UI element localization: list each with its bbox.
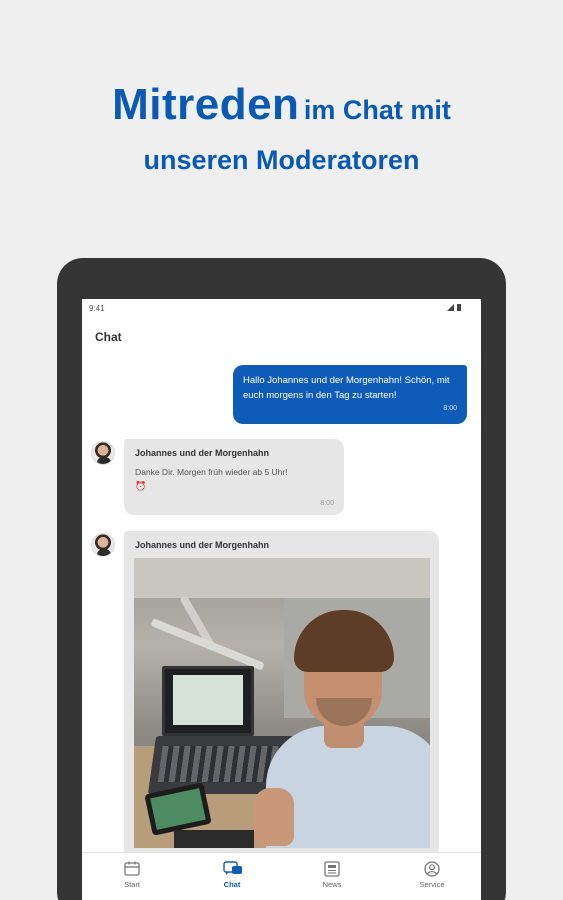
user-icon: [423, 861, 441, 877]
app-screen: 9:41 Chat Hallo Johannes und der Morgenh…: [82, 299, 481, 900]
message-time: 8:00: [320, 500, 334, 507]
calendar-icon: [123, 861, 141, 877]
headline-emphasis: Mitreden: [112, 80, 300, 129]
message-text-content: Danke Dir. Morgen früh wieder ab 5 Uhr!: [135, 467, 288, 477]
studio-photo[interactable]: [134, 558, 430, 848]
news-icon: [323, 861, 341, 877]
headline-rest: im Chat mit: [303, 95, 451, 125]
status-bar: 9:41: [82, 299, 481, 317]
tab-label: Chat: [223, 880, 241, 889]
tab-label: Service: [419, 880, 445, 889]
message-time: 8:00: [443, 405, 457, 412]
status-time: 9:41: [89, 304, 105, 313]
tab-label: News: [322, 880, 342, 889]
message-text: Danke Dir. Morgen früh wieder ab 5 Uhr! …: [135, 465, 288, 493]
tab-start[interactable]: Start: [82, 853, 182, 900]
headline: Mitreden im Chat mit unseren Moderatoren: [0, 80, 563, 178]
avatar[interactable]: [91, 441, 115, 465]
alarm-clock-icon: ⏰: [135, 481, 147, 491]
signal-battery-icon: [447, 303, 463, 313]
tab-chat[interactable]: Chat: [182, 853, 282, 900]
tab-label: Start: [124, 880, 140, 889]
message-outgoing[interactable]: Hallo Johannes und der Morgenhahn! Schön…: [233, 365, 467, 424]
message-incoming[interactable]: Johannes und der Morgenhahn Danke Dir. M…: [124, 439, 344, 515]
headline-line-1: Mitreden im Chat mit: [0, 80, 563, 140]
headline-line-2: unseren Moderatoren: [143, 145, 420, 175]
chat-icon: [223, 861, 242, 877]
message-sender: Johannes und der Morgenhahn: [135, 448, 270, 458]
tab-news[interactable]: News: [282, 853, 382, 900]
avatar[interactable]: [91, 533, 115, 557]
message-text: Hallo Johannes und der Morgenhahn! Schön…: [243, 375, 450, 401]
page-title: Chat: [95, 330, 122, 344]
bottom-tab-bar: Start Chat News Service: [82, 852, 481, 900]
tab-service[interactable]: Service: [382, 853, 481, 900]
message-sender: Johannes und der Morgenhahn: [135, 540, 270, 550]
